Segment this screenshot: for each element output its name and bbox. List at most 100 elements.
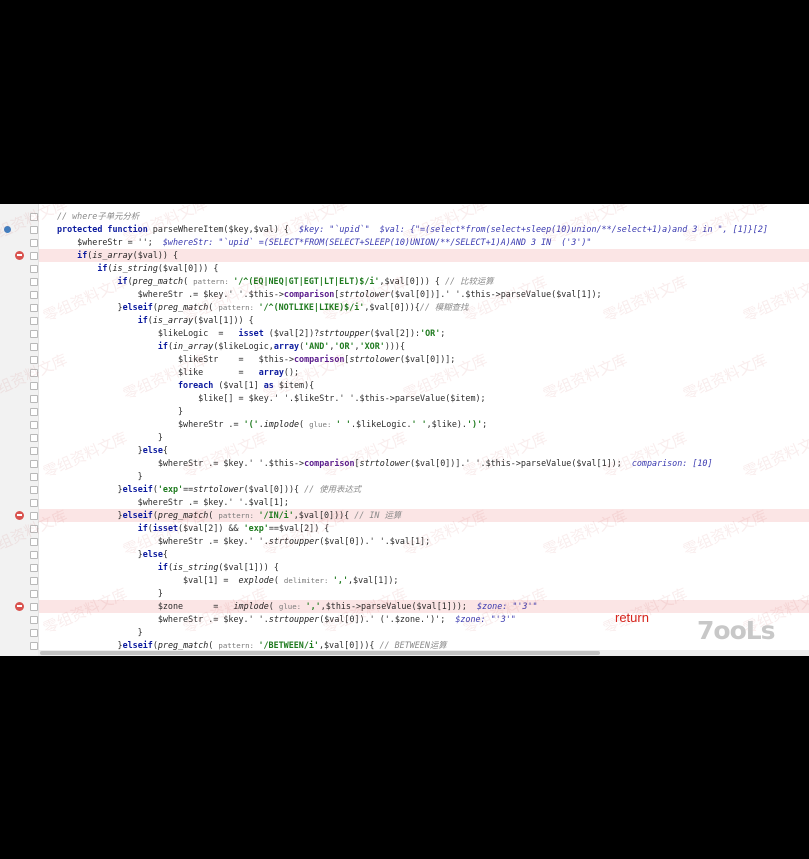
code-token: if [157,562,168,572]
fold-marker-icon[interactable] [30,590,38,598]
fold-marker-icon[interactable] [30,395,38,403]
code-token: ' ' [335,419,351,429]
code-token: ($val[2]) && [178,523,244,533]
fold-marker-icon[interactable] [30,486,38,494]
code-token: glue: [309,420,336,429]
code-token: pattern: [218,641,259,650]
code-token: ; [440,328,446,338]
code-token: ( [299,419,310,429]
code-token: if [97,263,108,273]
code-token: if [157,341,168,351]
horizontal-scrollbar[interactable] [38,650,809,656]
fold-marker-icon[interactable] [30,564,38,572]
breakpoint-icon[interactable] [15,602,24,611]
code-token: strtolower [349,354,400,364]
code-token: array [273,341,300,351]
fold-marker-icon[interactable] [30,343,38,351]
fold-marker-icon[interactable] [30,356,38,364]
fold-marker-icon[interactable] [30,330,38,338]
fold-marker-icon[interactable] [30,616,38,624]
code-token: $val[1] = [57,575,239,585]
code-token: elseif [122,484,153,494]
code-token: ($val[0])) { [157,263,219,273]
fold-marker-icon[interactable] [30,252,38,260]
fold-marker-icon[interactable] [30,551,38,559]
fold-marker-icon[interactable] [30,577,38,585]
fold-marker-icon[interactable] [30,408,38,416]
fold-marker-icon[interactable] [30,213,38,221]
code-line: if(is_string($val[0])) { [57,262,218,275]
fold-marker-icon[interactable] [30,278,38,286]
code-token: if [117,276,128,286]
code-token: $whereStr .= $key.' '.$val[1]; [57,497,289,507]
code-token: if [137,315,148,325]
code-token: } [57,406,184,416]
fold-marker-icon[interactable] [30,265,38,273]
code-token: '(' [243,419,259,429]
fold-marker-icon[interactable] [30,525,38,533]
code-line: protected function parseWhereItem($key,$… [57,223,768,236]
code-line: $val[1] = explode( delimiter: ',',$val[1… [57,574,398,587]
code-token: // IN 运算 [354,510,402,520]
code-token: ($val[1])) { [218,562,279,572]
code-token: is_string [112,263,158,273]
code-token: $whereStr .= [57,419,244,429]
code-token: strtoupper [268,614,320,624]
fold-marker-icon[interactable] [30,317,38,325]
fold-marker-icon[interactable] [30,499,38,507]
breakpoint-icon[interactable] [15,251,24,260]
code-line: $whereStr .= $key.' '.$val[1]; [57,496,289,509]
fold-marker-icon[interactable] [30,434,38,442]
code-token: } [57,471,143,481]
code-line: $zone = implode( glue: ',',$this->parseV… [57,600,538,613]
code-token: ($val[2])? [263,328,320,338]
fold-marker-icon[interactable] [30,603,38,611]
fold-marker-icon[interactable] [30,473,38,481]
fold-marker-icon[interactable] [30,304,38,312]
fold-marker-icon[interactable] [30,512,38,520]
fold-marker-icon[interactable] [30,460,38,468]
code-token: } [57,549,143,559]
code-token: ( [208,510,219,520]
fold-marker-icon[interactable] [30,538,38,546]
code-line: if(isset($val[2]) && 'exp'==$val[2]) { [57,522,330,535]
scrollbar-thumb[interactable] [40,651,600,655]
breakpoint-icon[interactable] [15,511,24,520]
code-line: if(is_string($val[1])) { [57,561,279,574]
code-token: == [183,484,194,494]
code-editor-screenshot: // where子单元分析 protected function parseWhe… [0,204,809,656]
fold-marker-icon[interactable] [30,642,38,650]
code-line: $likeStr = $this->comparison[strtolower(… [57,353,455,366]
code-token: comparison [283,289,335,299]
code-token: ($val[0])].' '.$this->parseValue($val[1]… [389,289,602,299]
code-token: $likeLogic = [57,328,239,338]
code-token: strtoupper [268,536,320,546]
code-token: '/BETWEEN/i' [258,640,319,650]
code-token: in_array [172,341,214,351]
fold-marker-icon[interactable] [30,291,38,299]
code-token: preg_match [157,510,209,520]
code-token: protected function [57,224,148,234]
code-token: foreach [178,380,214,390]
fold-marker-icon[interactable] [30,226,38,234]
fold-marker-icon[interactable] [30,239,38,247]
fold-marker-icon[interactable] [30,447,38,455]
fold-marker-icon[interactable] [30,629,38,637]
code-token: { [162,549,168,559]
code-token: ( [183,276,194,286]
code-token: isset [152,523,179,533]
fold-marker-icon[interactable] [30,369,38,377]
implements-marker-icon[interactable] [4,226,11,233]
code-token: if [137,523,148,533]
code-token: ($val[1])) { [193,315,254,325]
fold-marker-icon[interactable] [30,382,38,390]
fold-marker-icon[interactable] [30,421,38,429]
code-token: comparison: [10] [631,458,713,468]
code-line: } [57,405,183,418]
code-token: $item){ [273,380,315,390]
watermark-text: 零组资料文库 [180,428,270,482]
return-annotation: return [615,610,649,625]
code-token: } [57,588,163,598]
